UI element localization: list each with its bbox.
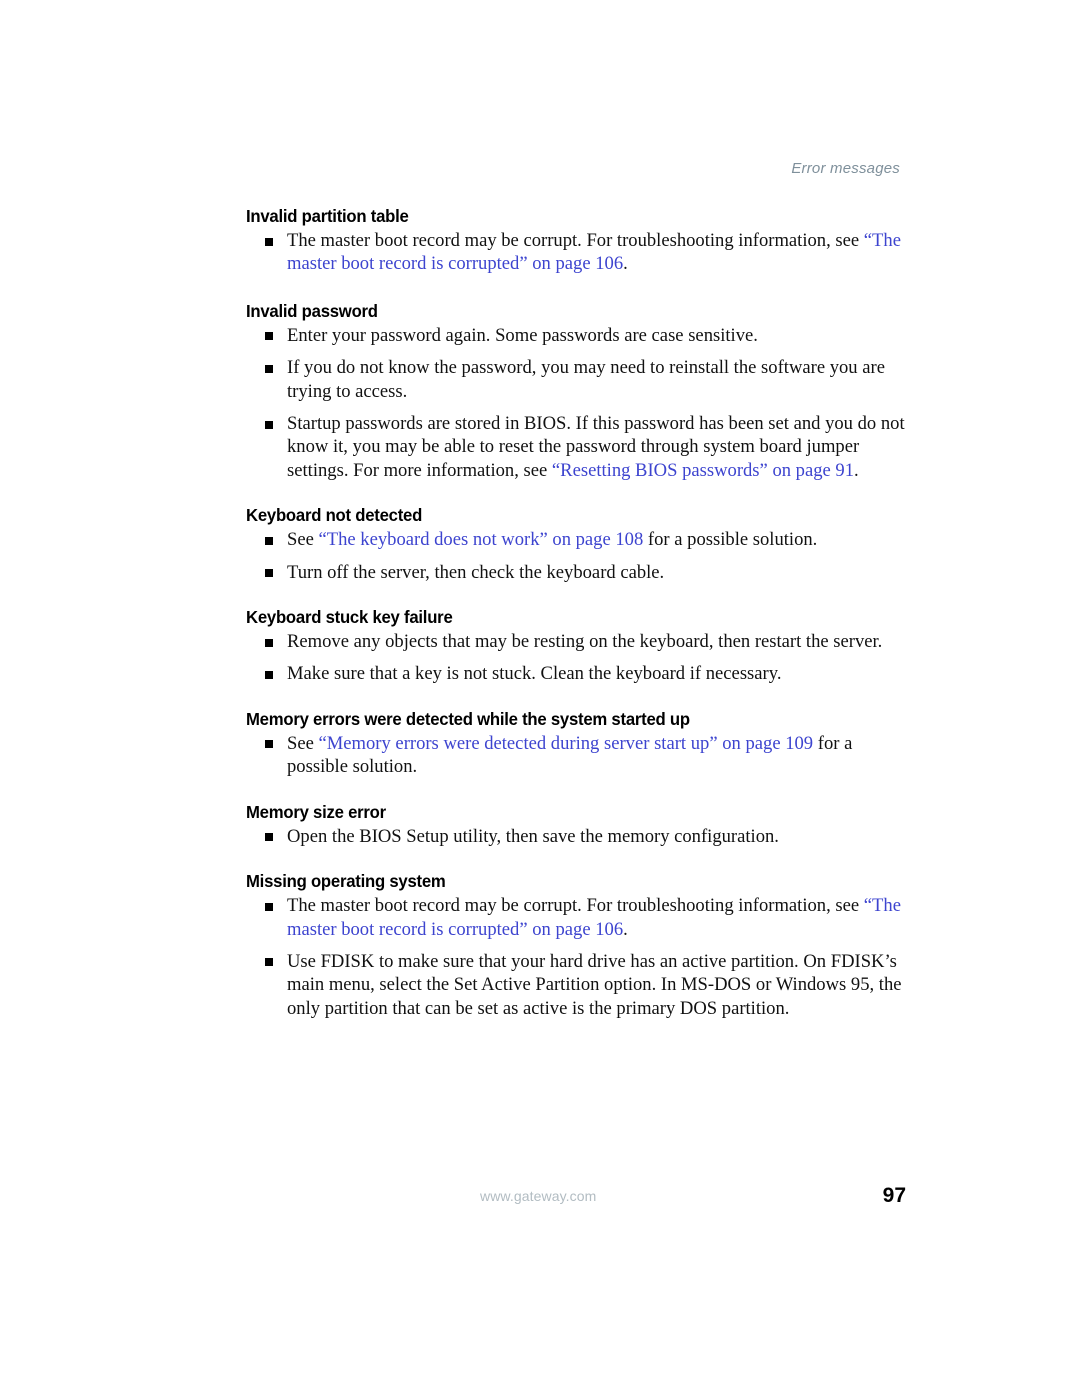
square-bullet-icon — [265, 670, 273, 679]
page-number: 97 — [882, 1184, 906, 1207]
footer-url: www.gateway.com — [480, 1188, 597, 1204]
list-item: See “Memory errors were detected during … — [246, 732, 906, 779]
bullet-list: Remove any objects that may be resting o… — [246, 630, 906, 686]
square-bullet-icon — [265, 237, 273, 246]
body-text: See — [287, 732, 319, 754]
body-text: Enter your password again. Some password… — [287, 324, 758, 346]
bullet-list: The master boot record may be corrupt. F… — [246, 894, 906, 1020]
bullet-list: The master boot record may be corrupt. F… — [246, 229, 906, 276]
body-text: Turn off the server, then check the keyb… — [287, 561, 665, 583]
list-item: The master boot record may be corrupt. F… — [246, 229, 906, 276]
cross-reference-link[interactable]: “Memory errors were detected during serv… — [319, 733, 814, 754]
list-item: Startup passwords are stored in BIOS. If… — [246, 412, 906, 482]
square-bullet-icon — [265, 569, 273, 578]
body-text: . — [854, 459, 859, 481]
cross-reference-link[interactable]: “Resetting BIOS passwords” on page 91 — [552, 460, 854, 481]
list-item: See “The keyboard does not work” on page… — [246, 528, 906, 551]
body-text: If you do not know the password, you may… — [287, 357, 885, 402]
list-item: Turn off the server, then check the keyb… — [246, 561, 906, 584]
error-section: Missing operating system The master boot … — [246, 870, 906, 1020]
error-section: Keyboard not detected See “The keyboard d… — [246, 504, 906, 584]
list-item: If you do not know the password, you may… — [246, 356, 906, 403]
running-header: Error messages — [791, 160, 900, 177]
square-bullet-icon — [265, 740, 273, 749]
square-bullet-icon — [265, 420, 273, 429]
body-text: . — [623, 918, 628, 940]
square-bullet-icon — [265, 833, 273, 842]
square-bullet-icon — [265, 364, 273, 373]
list-item: The master boot record may be corrupt. F… — [246, 894, 906, 941]
section-heading: Memory size error — [246, 801, 386, 822]
cross-reference-link[interactable]: “The keyboard does not work” on page 108 — [319, 529, 644, 550]
square-bullet-icon — [265, 902, 273, 911]
list-item: Enter your password again. Some password… — [246, 324, 906, 347]
page-footer: www.gateway.com 97 — [246, 1184, 906, 1210]
body-text: Use FDISK to make sure that your hard dr… — [287, 950, 902, 1019]
section-heading: Invalid partition table — [246, 206, 409, 226]
bullet-list: Enter your password again. Some password… — [246, 324, 906, 482]
section-heading: Memory errors were detected while the sy… — [246, 708, 690, 729]
bullet-list: See “The keyboard does not work” on page… — [246, 528, 906, 584]
bullet-list: See “Memory errors were detected during … — [246, 732, 906, 779]
error-section: Keyboard stuck key failure Remove any obj… — [246, 606, 906, 686]
section-heading: Missing operating system — [246, 871, 446, 892]
section-heading: Keyboard not detected — [246, 505, 423, 526]
page-content: Invalid partition table The master boot r… — [246, 205, 906, 1042]
document-page: Error messages Invalid partition table Th… — [0, 0, 1080, 1397]
body-text: . — [623, 253, 628, 275]
list-item: Use FDISK to make sure that your hard dr… — [246, 950, 906, 1020]
body-text: Remove any objects that may be resting o… — [287, 631, 883, 653]
square-bullet-icon — [265, 332, 273, 341]
list-item: Open the BIOS Setup utility, then save t… — [246, 825, 906, 848]
square-bullet-icon — [265, 638, 273, 647]
error-section: Invalid password Enter your password agai… — [246, 300, 906, 482]
square-bullet-icon — [265, 958, 273, 967]
section-heading: Keyboard stuck key failure — [246, 607, 453, 628]
error-section: Memory errors were detected while the sy… — [246, 708, 906, 779]
body-text: Make sure that a key is not stuck. Clean… — [287, 663, 782, 685]
body-text: for a possible solution. — [643, 529, 818, 551]
body-text: The master boot record may be corrupt. F… — [287, 895, 864, 917]
body-text: Open the BIOS Setup utility, then save t… — [287, 825, 779, 847]
body-text: See — [287, 529, 319, 551]
section-heading: Invalid password — [246, 300, 378, 321]
error-section: Invalid partition table The master boot r… — [246, 205, 906, 276]
list-item: Make sure that a key is not stuck. Clean… — [246, 662, 906, 685]
bullet-list: Open the BIOS Setup utility, then save t… — [246, 825, 906, 848]
list-item: Remove any objects that may be resting o… — [246, 630, 906, 653]
body-text: The master boot record may be corrupt. F… — [287, 230, 864, 251]
square-bullet-icon — [265, 536, 273, 545]
error-section: Memory size error Open the BIOS Setup uti… — [246, 801, 906, 848]
